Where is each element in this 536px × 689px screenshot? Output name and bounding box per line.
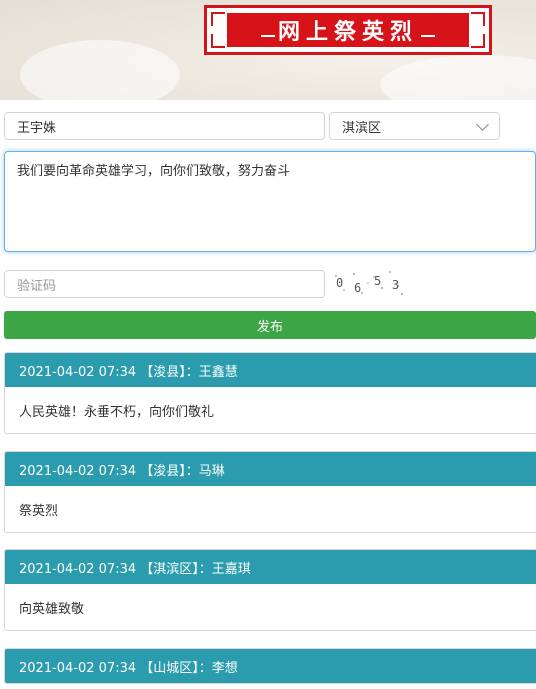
message-card-header: 2021-04-02 07:34 【山城区】：李想 [5,649,536,683]
district-select-value: 淇滨区 [342,120,382,136]
page-title: 网上祭英烈 [227,13,469,47]
message-card: 2021-04-02 07:34 【山城区】：李想 [4,648,536,684]
name-input-value: 王宇姝 [17,120,57,136]
chevron-down-icon [476,117,489,131]
message-textarea[interactable]: 我们要向革命英雄学习，向你们致敬，努力奋斗 [4,151,536,252]
submit-button-label: 发布 [256,319,283,335]
captcha-image[interactable]: 0 6 5 3 [330,268,406,298]
frame-corner-icon [471,12,485,26]
captcha-char: 3 [392,278,400,292]
district-select[interactable]: 淇滨区 [329,112,500,140]
title-frame: 网上祭英烈 [204,5,492,55]
message-card: 2021-04-02 07:34 【浚县】：马琳 祭英烈 [4,451,536,533]
cloud-decoration [20,40,180,100]
captcha-char: 6 [354,281,362,295]
captcha-placeholder: 验证码 [17,278,57,294]
header-banner: 网上祭英烈 [0,0,536,100]
page-title-text: 网上祭英烈 [277,19,418,45]
name-input[interactable]: 王宇姝 [4,112,325,140]
frame-corner-icon [471,34,485,48]
captcha-char: 0 [336,276,344,290]
frame-corner-icon [211,34,225,48]
message-textarea-value: 我们要向革命英雄学习，向你们致敬，努力奋斗 [17,164,291,179]
cloud-decoration [380,55,536,100]
message-card: 2021-04-02 07:34 【浚县】：王鑫慧 人民英雄！永垂不朽，向你们敬… [4,352,536,434]
message-card-header: 2021-04-02 07:34 【浚县】：马琳 [5,452,536,486]
title-dash-left [261,35,275,37]
captcha-input[interactable]: 验证码 [4,270,325,298]
title-dash-right [421,35,435,37]
submit-button[interactable]: 发布 [4,311,536,339]
message-card: 2021-04-02 07:34 【淇滨区】：王嘉琪 向英雄致敬 [4,549,536,631]
frame-corner-icon [211,12,225,26]
message-card-body: 人民英雄！永垂不朽，向你们敬礼 [19,404,215,420]
message-card-body: 向英雄致敬 [19,601,85,617]
message-card-header: 2021-04-02 07:34 【淇滨区】：王嘉琪 [5,550,536,584]
message-card-body: 祭英烈 [19,503,59,519]
captcha-char: 5 [374,274,382,288]
message-card-header: 2021-04-02 07:34 【浚县】：王鑫慧 [5,353,536,387]
